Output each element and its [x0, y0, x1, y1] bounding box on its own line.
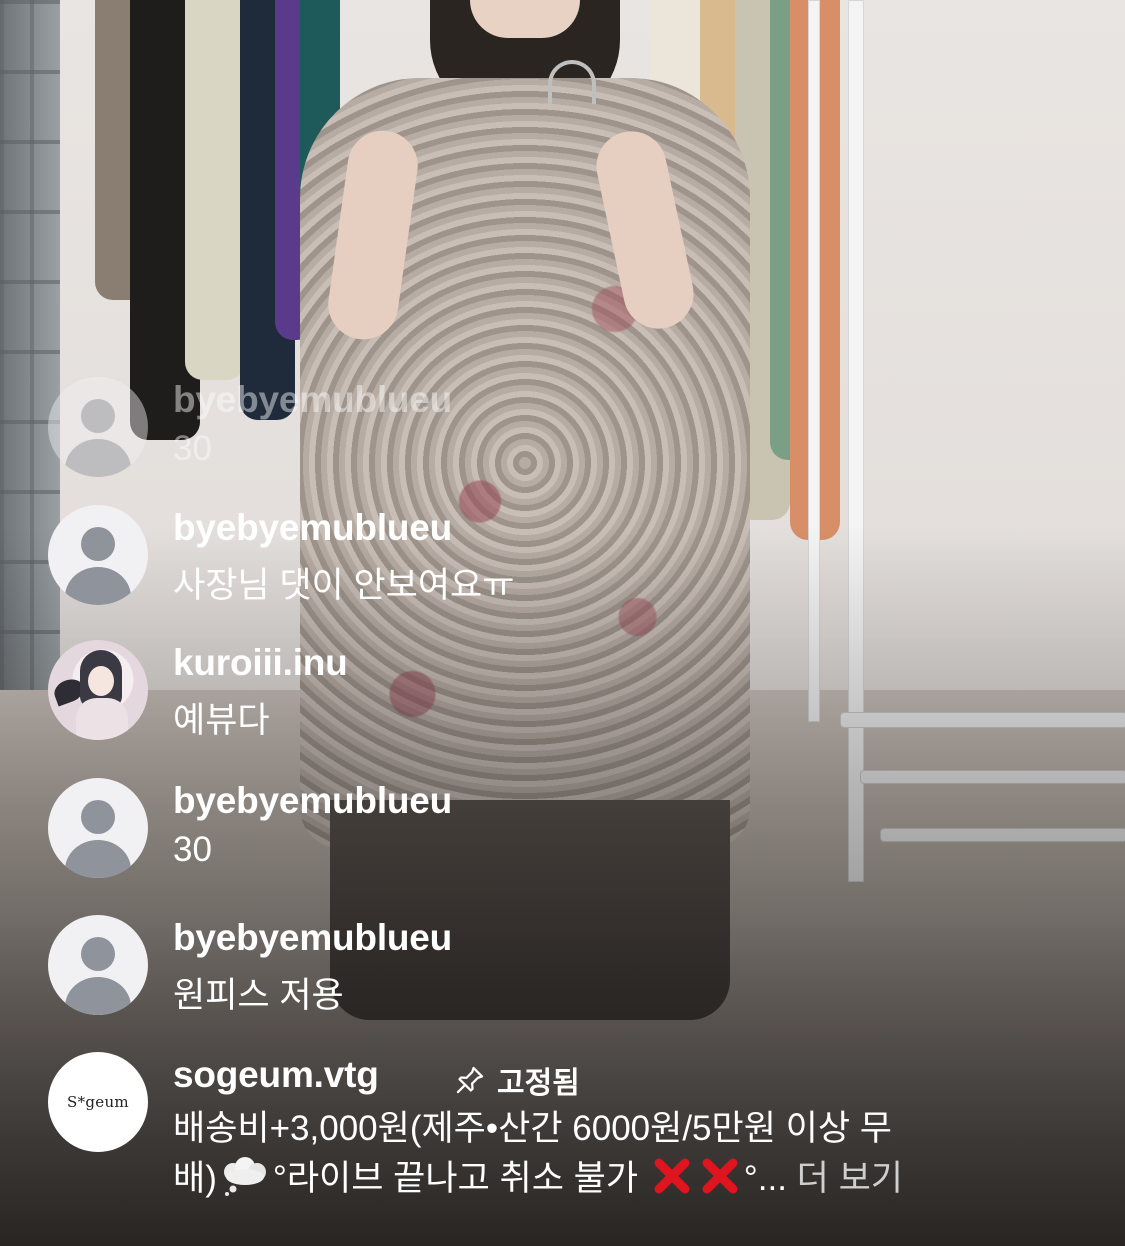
thought-cloud-icon: [223, 1157, 266, 1196]
default-avatar-icon[interactable]: [48, 377, 148, 477]
red-cross-icon: [702, 1158, 738, 1194]
pinned-label: 고정됨: [497, 1067, 580, 1100]
comment-item[interactable]: byebyemublueu 30: [48, 377, 1108, 477]
pin-icon: [456, 1066, 484, 1094]
brand-logo-text: S*geum: [67, 1093, 129, 1111]
comment-username[interactable]: byebyemublueu: [173, 780, 452, 822]
pinned-text-segment: 배): [173, 1159, 217, 1198]
default-avatar-icon[interactable]: [48, 778, 148, 878]
comment-username[interactable]: byebyemublueu: [173, 917, 452, 959]
pinned-comment-username[interactable]: sogeum.vtg: [173, 1054, 379, 1096]
comment-item[interactable]: byebyemublueu 원피스 저용: [48, 915, 1108, 1015]
see-more-link[interactable]: 더 보기: [797, 1159, 903, 1198]
default-avatar-icon[interactable]: [48, 915, 148, 1015]
comment-text: 예뷰다: [173, 701, 270, 740]
red-cross-icon: [654, 1158, 690, 1194]
comment-username[interactable]: kuroiii.inu: [173, 642, 348, 684]
comment-item[interactable]: byebyemublueu 30: [48, 778, 1108, 878]
pinned-indicator: 고정됨: [453, 1058, 580, 1102]
default-avatar-icon[interactable]: [48, 505, 148, 605]
pinned-text-line-2: 배) °라이브 끝나고 취소 불가 °... 더 보기: [173, 1154, 1108, 1204]
pinned-text-segment: °라이브 끝나고 취소 불가: [272, 1159, 639, 1198]
pinned-comment[interactable]: S*geum sogeum.vtg 고정됨 배송비+3,000원(제주•산간 6…: [48, 1052, 1108, 1212]
comment-text: 사장님 댓이 안보여요ㅠ: [173, 566, 515, 605]
live-video-screen: byebyemublueu 30 byebyemublueu 사장님 댓이 안보…: [0, 0, 1125, 1246]
comment-item[interactable]: kuroiii.inu 예뷰다: [48, 640, 1108, 740]
pinned-text-segment: °...: [743, 1159, 787, 1198]
comment-text: 원피스 저용: [173, 976, 344, 1015]
anime-avatar-icon[interactable]: [48, 640, 148, 740]
pinned-comment-text: 배송비+3,000원(제주•산간 6000원/5만원 이상 무 배) °라이브 …: [173, 1104, 1108, 1204]
comment-item[interactable]: byebyemublueu 사장님 댓이 안보여요ㅠ: [48, 505, 1108, 605]
pinned-text-line-1: 배송비+3,000원(제주•산간 6000원/5만원 이상 무: [173, 1109, 892, 1148]
live-comments-feed[interactable]: byebyemublueu 30 byebyemublueu 사장님 댓이 안보…: [0, 0, 1125, 1246]
comment-text: 30: [173, 830, 212, 869]
comment-text: 30: [173, 429, 212, 468]
comment-username[interactable]: byebyemublueu: [173, 507, 452, 549]
comment-username[interactable]: byebyemublueu: [173, 379, 452, 421]
brand-avatar-icon[interactable]: S*geum: [48, 1052, 148, 1152]
